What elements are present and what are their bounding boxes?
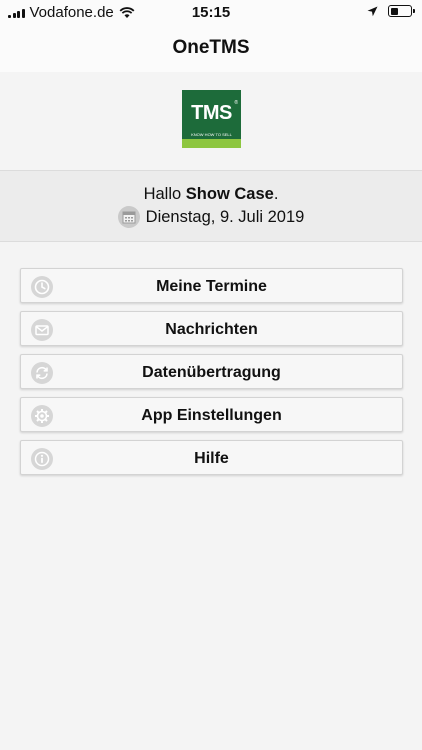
battery-level [390,7,398,15]
greeting-prefix: Hallo [143,185,186,203]
nachrichten-button[interactable]: Nachrichten [20,311,403,346]
greeting-suffix: . [273,185,279,203]
datenuebertragung-button[interactable]: Datenübertragung [20,354,403,389]
nav-bar: OneTMS [0,26,422,72]
status-time: 15:15 [191,4,231,21]
envelope-icon [31,319,53,341]
user-name: Show Case [185,185,274,203]
status-bar: Vodafone.de 15:15 [0,0,422,26]
gear-icon [31,405,53,427]
date-row: Dienstag, 9. Juli 2019 [0,206,422,228]
logo-registered-mark: ® [234,100,238,106]
logo-tagline: KNOW HOW TO SELL [191,132,232,137]
sync-icon [31,362,53,384]
page-title: OneTMS [172,37,250,58]
meine-termine-button[interactable]: Meine Termine [20,268,403,303]
datenuebertragung-label: Datenübertragung [142,364,281,381]
nachrichten-label: Nachrichten [165,321,258,338]
greeting-text: Hallo Show Case. [0,185,422,204]
location-arrow-icon [367,6,378,16]
app-einstellungen-button[interactable]: App Einstellungen [20,397,403,432]
logo-text: TMS [191,102,232,124]
meine-termine-label: Meine Termine [156,278,267,295]
hilfe-label: Hilfe [194,450,229,467]
logo-bar [182,139,241,148]
info-icon [31,448,53,470]
logo-area: TMS ® KNOW HOW TO SELL [0,72,422,170]
calendar-icon [117,206,140,228]
clock-icon [31,276,53,298]
status-right [367,5,415,17]
greeting-panel: Hallo Show Case. Dienstag, 9. Juli 2019 [0,170,422,242]
battery-icon [388,5,415,17]
tms-logo: TMS ® KNOW HOW TO SELL [182,90,241,148]
main-menu: Meine Termine Nachrichten Datenübertragu… [20,268,403,483]
app-einstellungen-label: App Einstellungen [141,407,282,424]
hilfe-button[interactable]: Hilfe [20,440,403,475]
current-date: Dienstag, 9. Juli 2019 [145,207,305,226]
